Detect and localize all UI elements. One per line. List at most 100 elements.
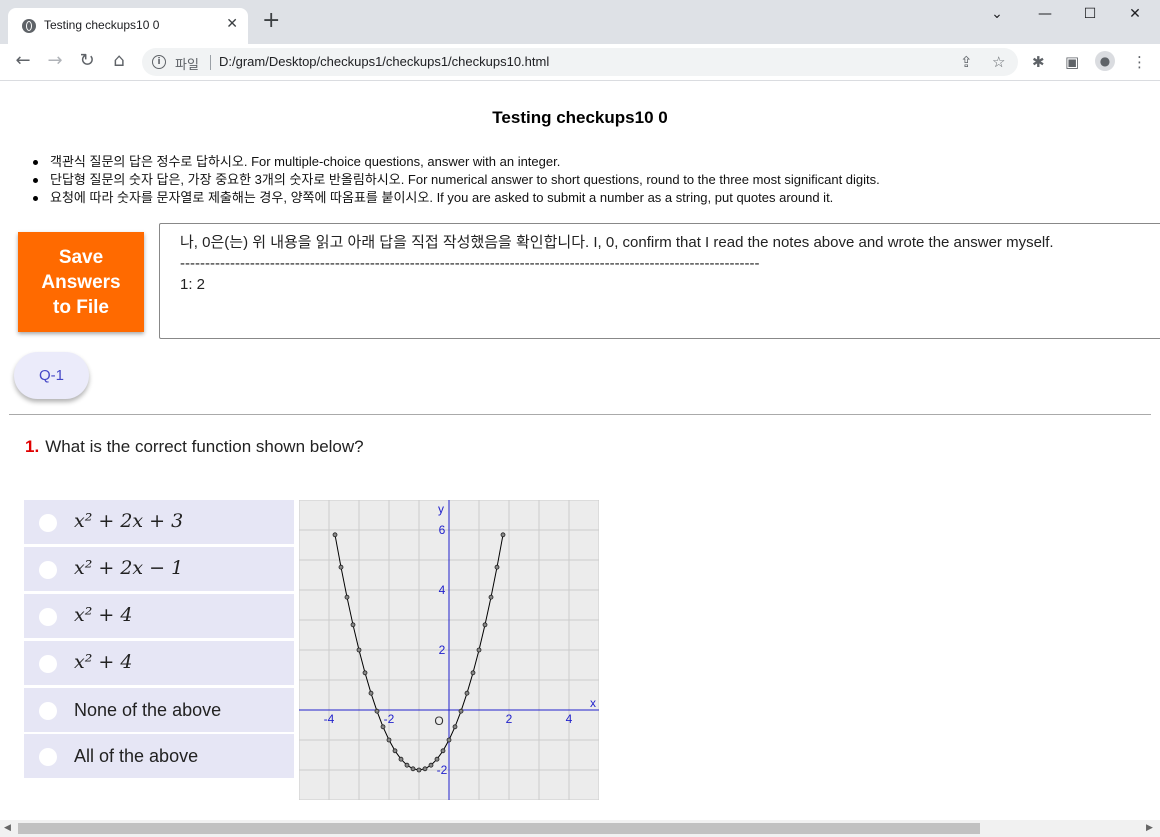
browser-tab[interactable]: Testing checkups10 0 ✕ <box>8 8 248 44</box>
y-tick-label: 2 <box>439 643 446 657</box>
question-label: What is the correct function shown below… <box>45 437 364 456</box>
y-tick-label: -2 <box>437 763 448 777</box>
x-tick-label: 4 <box>566 712 573 726</box>
origin-label: O <box>434 714 443 728</box>
x-tick-label: -2 <box>384 712 395 726</box>
option-2[interactable]: x² + 2x − 1 <box>24 547 294 591</box>
question-number: 1. <box>25 437 40 456</box>
data-point <box>482 622 488 628</box>
option-3[interactable]: x² + 4 <box>24 594 294 638</box>
answer-line: 1: 2 <box>180 276 206 293</box>
x-axis-label: x <box>590 696 596 710</box>
option-label: x² + 2x − 1 <box>74 557 184 579</box>
page-content: Testing checkups10 0 객관식 질문의 답은 정수로 답하시오… <box>0 81 1160 820</box>
data-point <box>452 724 458 730</box>
protocol-label: 파일 <box>175 58 199 73</box>
option-label: x² + 4 <box>74 651 133 673</box>
data-point <box>446 737 452 743</box>
side-panel-icon[interactable]: ▣ <box>1065 53 1079 71</box>
url-text[interactable]: D:/gram/Desktop/checkups1/checkups1/chec… <box>219 54 549 69</box>
forward-arrow-icon[interactable]: → <box>44 51 66 71</box>
data-point <box>500 532 506 538</box>
data-point <box>392 748 398 754</box>
option-4[interactable]: x² + 4 <box>24 641 294 685</box>
data-point <box>458 708 464 714</box>
y-tick-label: 6 <box>439 523 446 537</box>
radio-button[interactable] <box>39 514 57 532</box>
data-point <box>398 756 404 762</box>
option-label: All of the above <box>74 746 199 766</box>
option-5[interactable]: None of the above <box>24 688 294 732</box>
browser-toolbar: ← → ↻ ⌂ i 파일 D:/gram/Desktop/checkups1/c… <box>0 44 1160 81</box>
data-point <box>368 690 374 696</box>
notes-list: 객관식 질문의 답은 정수로 답하시오. For multiple-choice… <box>33 153 880 207</box>
data-point <box>380 724 386 730</box>
tab-search-icon[interactable]: ⌄ <box>977 6 1017 26</box>
y-axis-label: y <box>438 502 444 516</box>
new-tab-button[interactable]: + <box>262 10 280 32</box>
save-answers-button[interactable]: Save Answers to File <box>18 232 144 332</box>
data-point <box>386 737 392 743</box>
note-item: 단답형 질문의 숫자 답은, 가장 중요한 3개의 숫자로 반올림하시오. Fo… <box>33 172 880 187</box>
note-item: 객관식 질문의 답은 정수로 답하시오. For multiple-choice… <box>33 153 880 171</box>
data-point <box>422 766 428 772</box>
data-point <box>434 756 440 762</box>
x-tick-label: -4 <box>324 712 335 726</box>
tab-close-icon[interactable]: ✕ <box>226 16 238 32</box>
data-point <box>344 594 350 600</box>
horizontal-scrollbar[interactable]: ◀ ▶ <box>0 820 1160 837</box>
option-1[interactable]: x² + 2x + 3 <box>24 500 294 544</box>
more-menu-icon[interactable]: ⋮ <box>1132 53 1147 71</box>
x-tick-label: 2 <box>506 712 513 726</box>
radio-button[interactable] <box>39 655 57 673</box>
data-point <box>476 647 482 653</box>
divider-line: ----------------------------------------… <box>180 255 760 272</box>
option-label: None of the above <box>74 700 222 720</box>
maximize-button[interactable]: ☐ <box>1070 6 1110 26</box>
question-text: 1. What is the correct function shown bel… <box>25 437 364 457</box>
data-point <box>332 532 338 538</box>
data-point <box>464 690 470 696</box>
extensions-icon[interactable]: ✱ <box>1032 53 1045 71</box>
answer-textarea[interactable]: 나, 0은(는) 위 내용을 읽고 아래 답을 직접 작성했음을 확인합니다. … <box>159 223 1160 339</box>
scroll-left-icon[interactable]: ◀ <box>4 823 11 833</box>
radio-button[interactable] <box>39 748 57 766</box>
info-icon[interactable]: i <box>152 55 166 69</box>
divider <box>210 55 211 70</box>
bookmark-star-icon[interactable]: ☆ <box>992 53 1005 71</box>
scroll-right-icon[interactable]: ▶ <box>1146 823 1153 833</box>
radio-button[interactable] <box>39 702 57 720</box>
question-nav-q1[interactable]: Q-1 <box>14 352 89 399</box>
profile-icon[interactable]: ● <box>1095 51 1115 71</box>
address-bar[interactable]: i 파일 D:/gram/Desktop/checkups1/checkups1… <box>142 48 1018 76</box>
data-point <box>338 564 344 570</box>
data-point <box>356 647 362 653</box>
data-point <box>350 622 356 628</box>
minimize-button[interactable]: — <box>1025 6 1065 26</box>
y-tick-label: 4 <box>439 583 446 597</box>
data-point <box>374 708 380 714</box>
data-point <box>362 670 368 676</box>
separator <box>9 414 1151 415</box>
data-point <box>470 670 476 676</box>
data-point <box>428 762 434 768</box>
page-title: Testing checkups10 0 <box>492 108 668 127</box>
share-icon[interactable]: ⇪ <box>960 53 973 71</box>
confirm-line: 나, 0은(는) 위 내용을 읽고 아래 답을 직접 작성했음을 확인합니다. … <box>180 234 1054 251</box>
home-icon[interactable]: ⌂ <box>108 51 130 71</box>
data-point <box>416 767 422 773</box>
back-arrow-icon[interactable]: ← <box>12 51 34 71</box>
data-point <box>494 564 500 570</box>
option-6[interactable]: All of the above <box>24 734 294 778</box>
radio-button[interactable] <box>39 608 57 626</box>
option-label: x² + 2x + 3 <box>74 510 184 532</box>
note-item: 요청에 따라 숫자를 문자열로 제출해는 경우, 양쪽에 따옴표를 붙이시오. … <box>33 189 880 207</box>
tab-bar: Testing checkups10 0 ✕ + ⌄ — ☐ ✕ <box>0 0 1160 44</box>
close-window-button[interactable]: ✕ <box>1115 6 1155 26</box>
reload-icon[interactable]: ↻ <box>76 51 98 71</box>
data-point <box>404 762 410 768</box>
data-point <box>440 748 446 754</box>
scrollbar-thumb[interactable] <box>18 823 980 834</box>
radio-button[interactable] <box>39 561 57 579</box>
data-point <box>488 594 494 600</box>
